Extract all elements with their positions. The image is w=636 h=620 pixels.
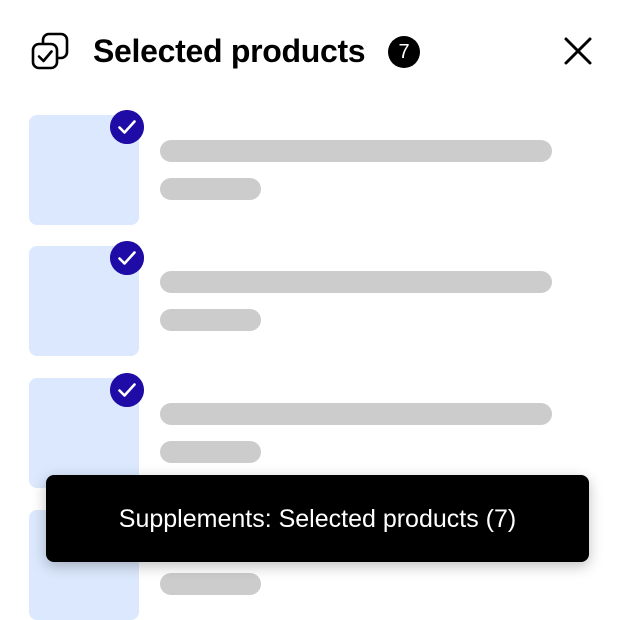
list-item[interactable] bbox=[29, 373, 609, 488]
toast-notification: Supplements: Selected products (7) bbox=[46, 475, 589, 562]
skeleton-title-line bbox=[160, 403, 552, 425]
skeleton-subtitle-line bbox=[160, 441, 261, 463]
skeleton-subtitle-line bbox=[160, 178, 261, 200]
skeleton-title-line bbox=[160, 271, 552, 293]
checkmark-icon[interactable] bbox=[110, 110, 144, 144]
skeleton-subtitle-line bbox=[160, 309, 261, 331]
list-item[interactable] bbox=[29, 110, 609, 225]
checkmark-icon[interactable] bbox=[110, 241, 144, 275]
list-item[interactable] bbox=[29, 241, 609, 356]
toast-message: Supplements: Selected products (7) bbox=[118, 504, 517, 533]
skeleton-title-line bbox=[160, 140, 552, 162]
checkmark-icon[interactable] bbox=[110, 373, 144, 407]
